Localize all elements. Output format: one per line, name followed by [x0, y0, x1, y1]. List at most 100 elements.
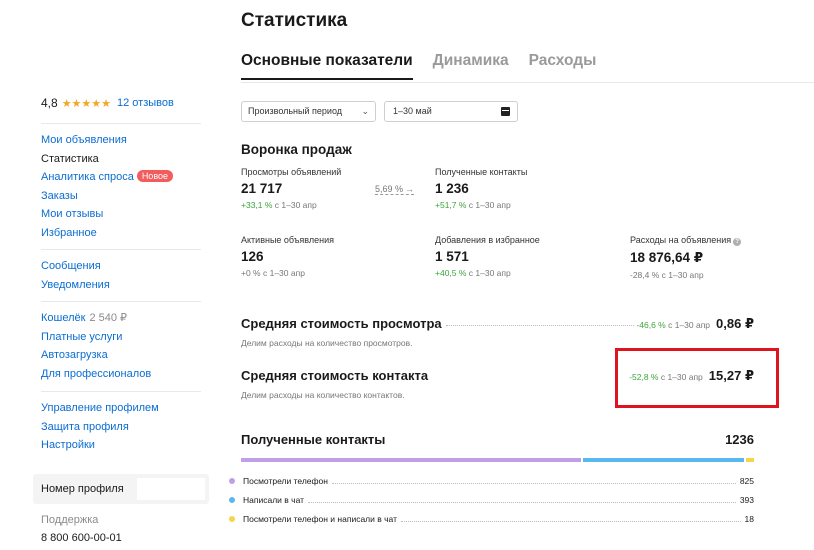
page-title: Статистика	[241, 10, 348, 31]
rating-stars-icon: ★★★★★	[61, 97, 111, 110]
metric-active-ads: Активные объявления 126 +0 % с 1–30 апр	[241, 235, 334, 278]
metric-label: Добавления в избранное	[435, 235, 540, 245]
divider	[41, 391, 201, 392]
metric-value: 126	[241, 249, 264, 264]
dotted-leader	[308, 497, 736, 503]
info-icon[interactable]: ?	[733, 238, 742, 246]
period-select[interactable]: Произвольный период ⌄	[241, 101, 376, 122]
cost-delta: -46,6 % с 1–30 апр	[636, 320, 710, 330]
nav-group-services: Кошелёк 2 540 ₽ Платные услуги Автозагруз…	[41, 309, 151, 383]
tab-expenses[interactable]: Расходы	[529, 52, 597, 80]
nav-group-profile: Управление профилем Защита профиля Настр…	[41, 399, 159, 455]
tab-dynamics[interactable]: Динамика	[433, 52, 509, 80]
profile-rating: 4,8 ★★★★★ 12 отзывов	[41, 96, 174, 110]
divider	[41, 249, 201, 250]
support-phone[interactable]: 8 800 600-00-01	[41, 532, 122, 544]
delta-percent: +33,1 %	[241, 200, 273, 210]
tabs-divider	[241, 82, 814, 83]
legend-label: Написали в чат	[243, 495, 305, 505]
arrow-right-icon: →	[405, 184, 415, 194]
legend-label: Посмотрели телефон и написали в чат	[243, 514, 397, 524]
bar-segment	[582, 458, 745, 462]
metric-delta: +51,7 % с 1–30 апр	[435, 200, 527, 210]
wallet-balance: 2 540 ₽	[89, 312, 128, 324]
metric-delta: +0 % с 1–30 апр	[241, 268, 334, 278]
metric-spend: Расходы на объявления? 18 876,64 ₽ -28,4…	[630, 235, 742, 280]
sidebar-item-demand-analytics[interactable]: Аналитика спроса Новое	[41, 168, 174, 187]
sidebar-item-notifications[interactable]: Уведомления	[41, 276, 110, 295]
sidebar-item-my-ads[interactable]: Мои объявления	[41, 131, 173, 150]
profile-number-label: Номер профиля	[41, 483, 124, 495]
metric-value: 21 717	[241, 181, 283, 196]
profile-number-field[interactable]	[137, 478, 205, 500]
calendar-icon	[501, 107, 510, 116]
cost-description: Делим расходы на количество просмотров.	[241, 338, 413, 348]
delta-period: с 1–30 апр	[659, 270, 704, 280]
bar-segment	[746, 458, 754, 462]
tabs: Основные показатели Динамика Расходы	[241, 52, 616, 80]
sidebar-item-profile-protection[interactable]: Защита профиля	[41, 418, 159, 437]
metric-value: 1 571	[435, 249, 469, 264]
metric-value: 1 236	[435, 181, 469, 196]
metric-label: Полученные контакты	[435, 167, 528, 177]
divider	[41, 301, 201, 302]
bar-segment	[241, 458, 581, 462]
rating-score: 4,8	[41, 96, 58, 110]
chevron-down-icon: ⌄	[361, 106, 369, 116]
received-contacts-total: 1236	[725, 432, 754, 447]
sidebar-item-profile-management[interactable]: Управление профилем	[41, 399, 159, 418]
sidebar-item-settings[interactable]: Настройки	[41, 436, 159, 455]
legend-dot-icon	[229, 516, 235, 522]
divider	[41, 123, 201, 124]
reviews-link[interactable]: 12 отзывов	[117, 97, 174, 109]
delta-period: с 1–30 апр	[272, 200, 317, 210]
sidebar-item-label: Кошелёк	[41, 312, 86, 324]
delta-period: с 1–30 апр	[665, 320, 711, 330]
red-highlight-box	[615, 348, 779, 408]
delta-percent: +40,5 %	[435, 268, 467, 278]
dotted-leader	[400, 516, 741, 522]
contacts-bar	[241, 458, 754, 462]
delta-period: с 1–30 апр	[466, 268, 511, 278]
avg-cost-view: Средняя стоимость просмотра Делим расход…	[241, 316, 754, 348]
dotted-leader	[446, 325, 634, 326]
sidebar-item-label: Аналитика спроса	[41, 171, 134, 183]
sidebar-item-orders[interactable]: Заказы	[41, 187, 173, 206]
new-badge: Новое	[136, 170, 174, 182]
legend-dot-icon	[229, 478, 235, 484]
metric-favorites: Добавления в избранное 1 571 +40,5 % с 1…	[435, 235, 540, 278]
delta-period: с 1–30 апр	[466, 200, 511, 210]
support-label: Поддержка	[41, 514, 99, 526]
delta-percent: +0 %	[241, 268, 261, 278]
metric-label: Активные объявления	[241, 235, 334, 245]
sidebar-item-wallet[interactable]: Кошелёк 2 540 ₽	[41, 309, 151, 328]
sidebar-item-favorites[interactable]: Избранное	[41, 224, 173, 243]
dotted-leader	[331, 478, 736, 484]
conversion-value: 5,69 %	[375, 184, 404, 194]
legend-count: 825	[739, 476, 754, 486]
sidebar-item-my-reviews[interactable]: Мои отзывы	[41, 205, 173, 224]
cost-value: 0,86 ₽	[716, 316, 754, 331]
date-range-input[interactable]: 1–30 май	[384, 101, 518, 122]
received-contacts-title: Полученные контакты	[241, 432, 386, 447]
legend-count: 393	[739, 495, 754, 505]
profile-number-box: Номер профиля	[33, 474, 209, 504]
metric-delta: +33,1 % с 1–30 апр	[241, 200, 341, 210]
funnel-title: Воронка продаж	[241, 142, 352, 157]
metric-views: Просмотры объявлений 21 717 +33,1 % с 1–…	[241, 167, 341, 210]
sidebar-item-paid-services[interactable]: Платные услуги	[41, 328, 151, 347]
metric-label: Просмотры объявлений	[241, 167, 342, 177]
sidebar-item-for-pros[interactable]: Для профессионалов	[41, 365, 151, 384]
metric-value: 18 876,64 ₽	[630, 250, 704, 265]
sidebar-item-messages[interactable]: Сообщения	[41, 257, 110, 276]
metric-delta: -28,4 % с 1–30 апр	[630, 270, 741, 280]
date-range-value: 1–30 май	[393, 106, 432, 116]
sidebar-item-statistics[interactable]: Статистика	[41, 150, 173, 169]
conversion-rate[interactable]: 5,69 % →	[375, 184, 415, 195]
tab-main-metrics[interactable]: Основные показатели	[241, 52, 413, 80]
period-select-value: Произвольный период	[248, 106, 342, 116]
sidebar-item-autoload[interactable]: Автозагрузка	[41, 346, 151, 365]
cost-right: -46,6 % с 1–30 апр 0,86 ₽	[636, 316, 754, 332]
legend-count: 18	[744, 514, 754, 524]
legend-row: Посмотрели телефон и написали в чат 18	[229, 514, 754, 524]
